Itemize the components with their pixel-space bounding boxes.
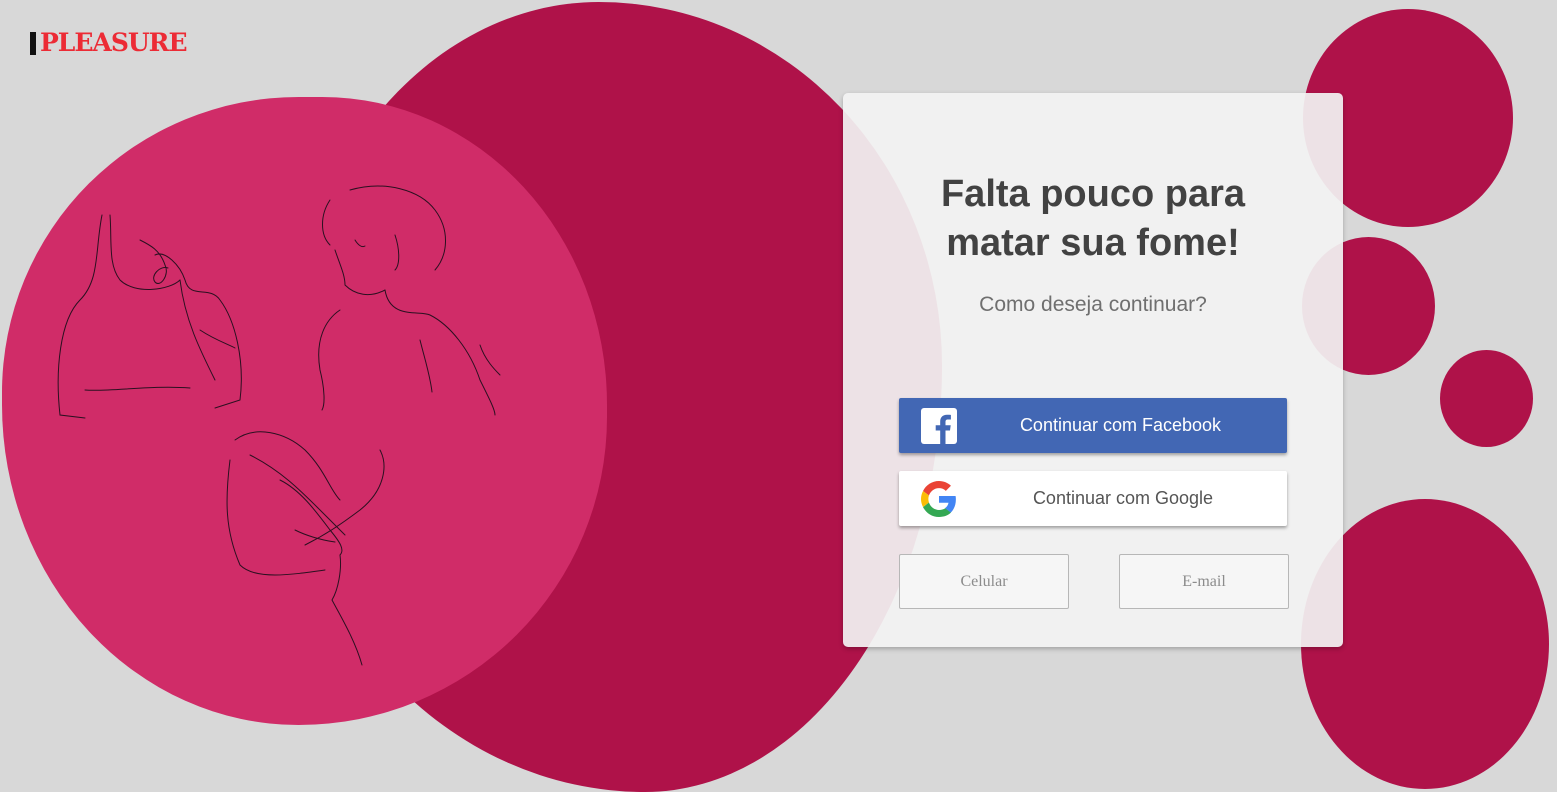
- card-title-line2: matar sua fome!: [946, 222, 1240, 264]
- decorative-circle-small-right: [1440, 350, 1533, 447]
- facebook-button-label: Continuar com Facebook: [1019, 415, 1222, 435]
- brand-logo[interactable]: PLEASURE: [30, 28, 188, 57]
- facebook-icon: [921, 408, 957, 444]
- card-title: Falta pouco para matar sua fome!: [893, 170, 1293, 268]
- continue-with-google-button[interactable]: Continuar com Google: [899, 471, 1287, 526]
- google-button-label: Continuar com Google: [1032, 488, 1214, 508]
- continue-with-email-button[interactable]: E-mail: [1119, 554, 1289, 609]
- continue-with-facebook-button[interactable]: Continuar com Facebook: [899, 398, 1287, 453]
- card-subtitle: Como deseja continuar?: [979, 293, 1207, 316]
- continue-with-phone-button[interactable]: Celular: [899, 554, 1069, 609]
- card-title-line1: Falta pouco para: [940, 173, 1246, 215]
- line-art-illustration: [57, 185, 501, 666]
- logo-bar: [30, 31, 36, 55]
- logo-text: PLEASURE: [40, 28, 188, 57]
- google-icon: [921, 481, 956, 517]
